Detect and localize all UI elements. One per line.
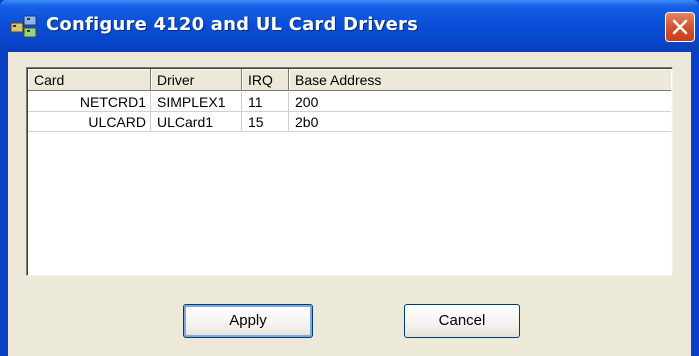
- card-driver-list[interactable]: Card Driver IRQ Base Address NETCRD1 SIM…: [26, 67, 673, 276]
- list-header: Card Driver IRQ Base Address: [28, 69, 671, 91]
- column-header-card[interactable]: Card: [28, 69, 151, 91]
- cell-card: NETCRD1: [28, 92, 151, 112]
- column-header-driver[interactable]: Driver: [151, 69, 242, 91]
- window-title: Configure 4120 and UL Card Drivers: [46, 14, 418, 35]
- cell-card: ULCARD: [28, 112, 151, 132]
- table-row[interactable]: ULCARD ULCard1 15 2b0: [28, 112, 671, 132]
- cancel-button[interactable]: Cancel: [404, 304, 520, 338]
- close-button[interactable]: [665, 12, 695, 42]
- window-border-right: [691, 52, 699, 356]
- close-icon: [672, 19, 688, 35]
- window-border-left: [0, 52, 8, 356]
- cell-irq: 11: [242, 92, 289, 112]
- cell-irq: 15: [242, 112, 289, 132]
- title-bar[interactable]: Configure 4120 and UL Card Drivers: [0, 0, 699, 52]
- table-row[interactable]: NETCRD1 SIMPLEX1 11 200: [28, 92, 671, 112]
- cell-base-address: 2b0: [289, 112, 671, 132]
- cell-driver: ULCard1: [151, 112, 242, 132]
- apply-button[interactable]: Apply: [183, 304, 313, 338]
- network-cards-icon: [10, 13, 38, 39]
- cell-driver: SIMPLEX1: [151, 92, 242, 112]
- cell-base-address: 200: [289, 92, 671, 112]
- column-header-base-address[interactable]: Base Address: [289, 69, 671, 91]
- dialog-window: Configure 4120 and UL Card Drivers Card …: [0, 0, 699, 356]
- column-header-irq[interactable]: IRQ: [242, 69, 289, 91]
